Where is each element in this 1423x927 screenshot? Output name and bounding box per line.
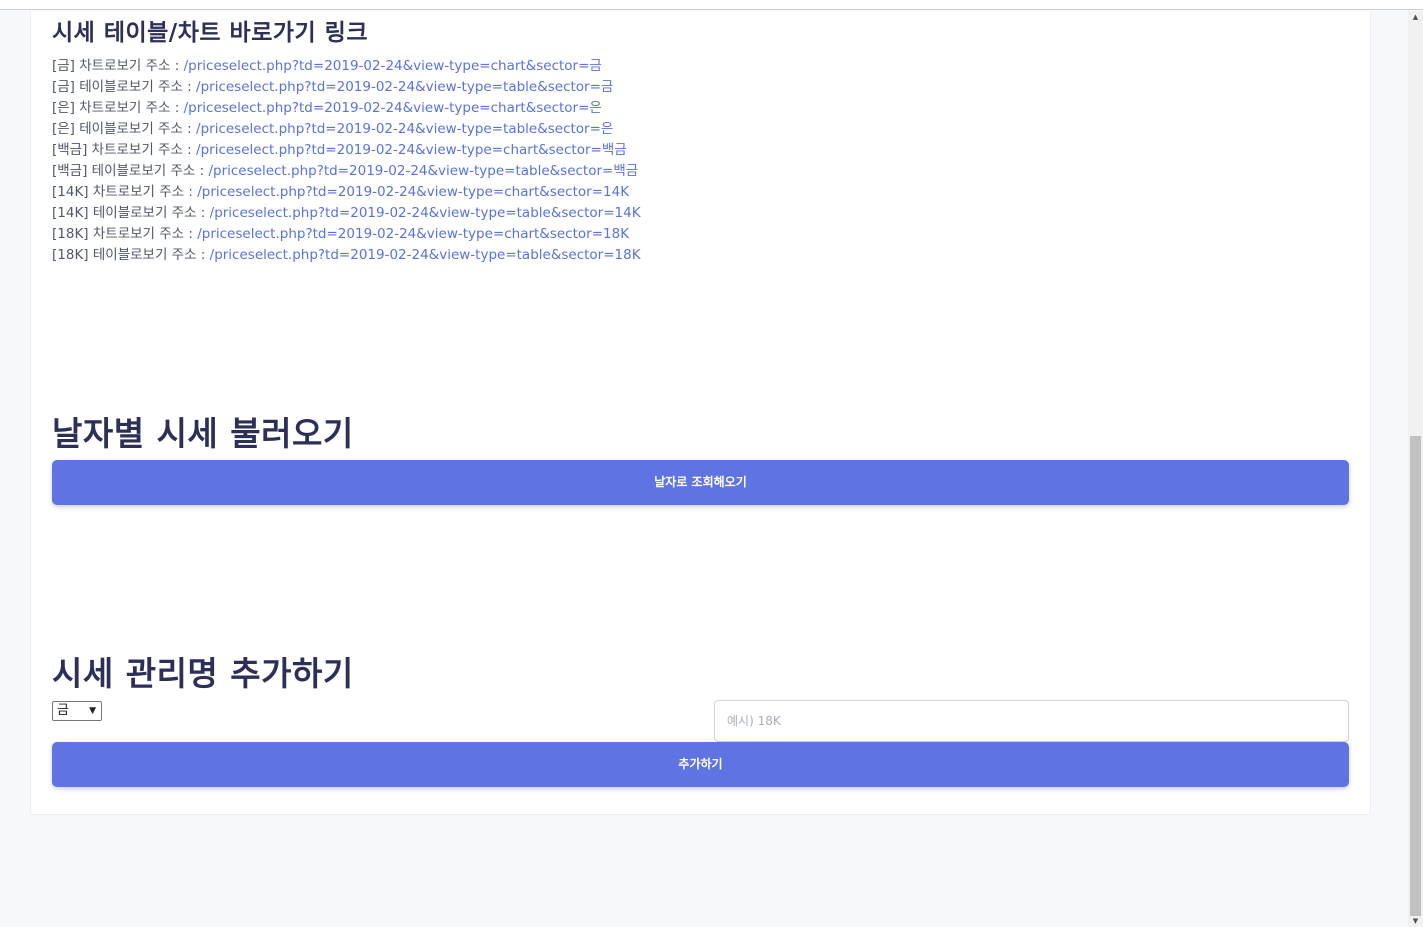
link-label: [백금] 차트로보기 주소 : bbox=[52, 142, 197, 158]
shortcut-link[interactable]: /priceselect.php?td=2019-02-24&view-type… bbox=[208, 163, 638, 179]
link-label: [은] 테이블로보기 주소 : bbox=[52, 121, 197, 137]
scroll-down-icon[interactable]: ▼ bbox=[1408, 915, 1423, 927]
link-label: [14K] 테이블로보기 주소 : bbox=[52, 205, 210, 221]
list-item: [18K] 테이블로보기 주소 : /priceselect.php?td=20… bbox=[52, 245, 641, 266]
link-label: [14K] 차트로보기 주소 : bbox=[52, 184, 198, 200]
shortcut-link[interactable]: /priceselect.php?td=2019-02-24&view-type… bbox=[184, 100, 602, 116]
list-item: [금] 차트로보기 주소 : /priceselect.php?td=2019-… bbox=[52, 56, 641, 77]
fetch-by-date-button[interactable]: 날자로 조회해오기 bbox=[52, 460, 1349, 505]
list-item: [14K] 차트로보기 주소 : /priceselect.php?td=201… bbox=[52, 182, 641, 203]
shortcut-link[interactable]: /priceselect.php?td=2019-02-24&view-type… bbox=[210, 205, 641, 221]
link-label: [18K] 차트로보기 주소 : bbox=[52, 226, 198, 242]
list-item: [은] 차트로보기 주소 : /priceselect.php?td=2019-… bbox=[52, 98, 641, 119]
link-label: [금] 차트로보기 주소 : bbox=[52, 58, 184, 74]
sector-select-value: 금 bbox=[57, 703, 69, 718]
shortcut-link[interactable]: /priceselect.php?td=2019-02-24&view-type… bbox=[197, 184, 629, 200]
scrollbar-thumb[interactable] bbox=[1410, 436, 1421, 916]
browser-top-edge bbox=[0, 0, 1423, 10]
list-item: [백금] 차트로보기 주소 : /priceselect.php?td=2019… bbox=[52, 140, 641, 161]
list-item: [금] 테이블로보기 주소 : /priceselect.php?td=2019… bbox=[52, 77, 641, 98]
shortcut-link[interactable]: /priceselect.php?td=2019-02-24&view-type… bbox=[197, 226, 629, 242]
shortcut-link[interactable]: /priceselect.php?td=2019-02-24&view-type… bbox=[196, 121, 613, 137]
date-section-title: 날자별 시세 불러오기 bbox=[52, 414, 354, 453]
sector-select[interactable]: 금 ▼ bbox=[52, 701, 102, 721]
link-label: [백금] 테이블로보기 주소 : bbox=[52, 163, 209, 179]
add-button[interactable]: 추가하기 bbox=[52, 742, 1349, 787]
list-item: [14K] 테이블로보기 주소 : /priceselect.php?td=20… bbox=[52, 203, 641, 224]
list-item: [백금] 테이블로보기 주소 : /priceselect.php?td=201… bbox=[52, 161, 641, 182]
link-label: [18K] 테이블로보기 주소 : bbox=[52, 247, 210, 263]
page-scrollbar[interactable]: ▲ ▼ bbox=[1408, 11, 1423, 927]
shortcut-link-list: [금] 차트로보기 주소 : /priceselect.php?td=2019-… bbox=[52, 56, 641, 266]
add-section-title: 시세 관리명 추가하기 bbox=[52, 654, 354, 693]
caret-down-icon: ▼ bbox=[89, 706, 96, 716]
scroll-up-icon[interactable]: ▲ bbox=[1408, 11, 1423, 23]
shortcut-link[interactable]: /priceselect.php?td=2019-02-24&view-type… bbox=[210, 247, 641, 263]
links-section-title: 시세 테이블/차트 바로가기 링크 bbox=[52, 20, 369, 46]
list-item: [18K] 차트로보기 주소 : /priceselect.php?td=201… bbox=[52, 224, 641, 245]
shortcut-link[interactable]: /priceselect.php?td=2019-02-24&view-type… bbox=[196, 142, 627, 158]
list-item: [은] 테이블로보기 주소 : /priceselect.php?td=2019… bbox=[52, 119, 641, 140]
sector-name-input[interactable] bbox=[714, 700, 1349, 742]
shortcut-link[interactable]: /priceselect.php?td=2019-02-24&view-type… bbox=[184, 58, 602, 74]
link-label: [은] 차트로보기 주소 : bbox=[52, 100, 184, 116]
link-label: [금] 테이블로보기 주소 : bbox=[52, 79, 197, 95]
shortcut-link[interactable]: /priceselect.php?td=2019-02-24&view-type… bbox=[196, 79, 613, 95]
